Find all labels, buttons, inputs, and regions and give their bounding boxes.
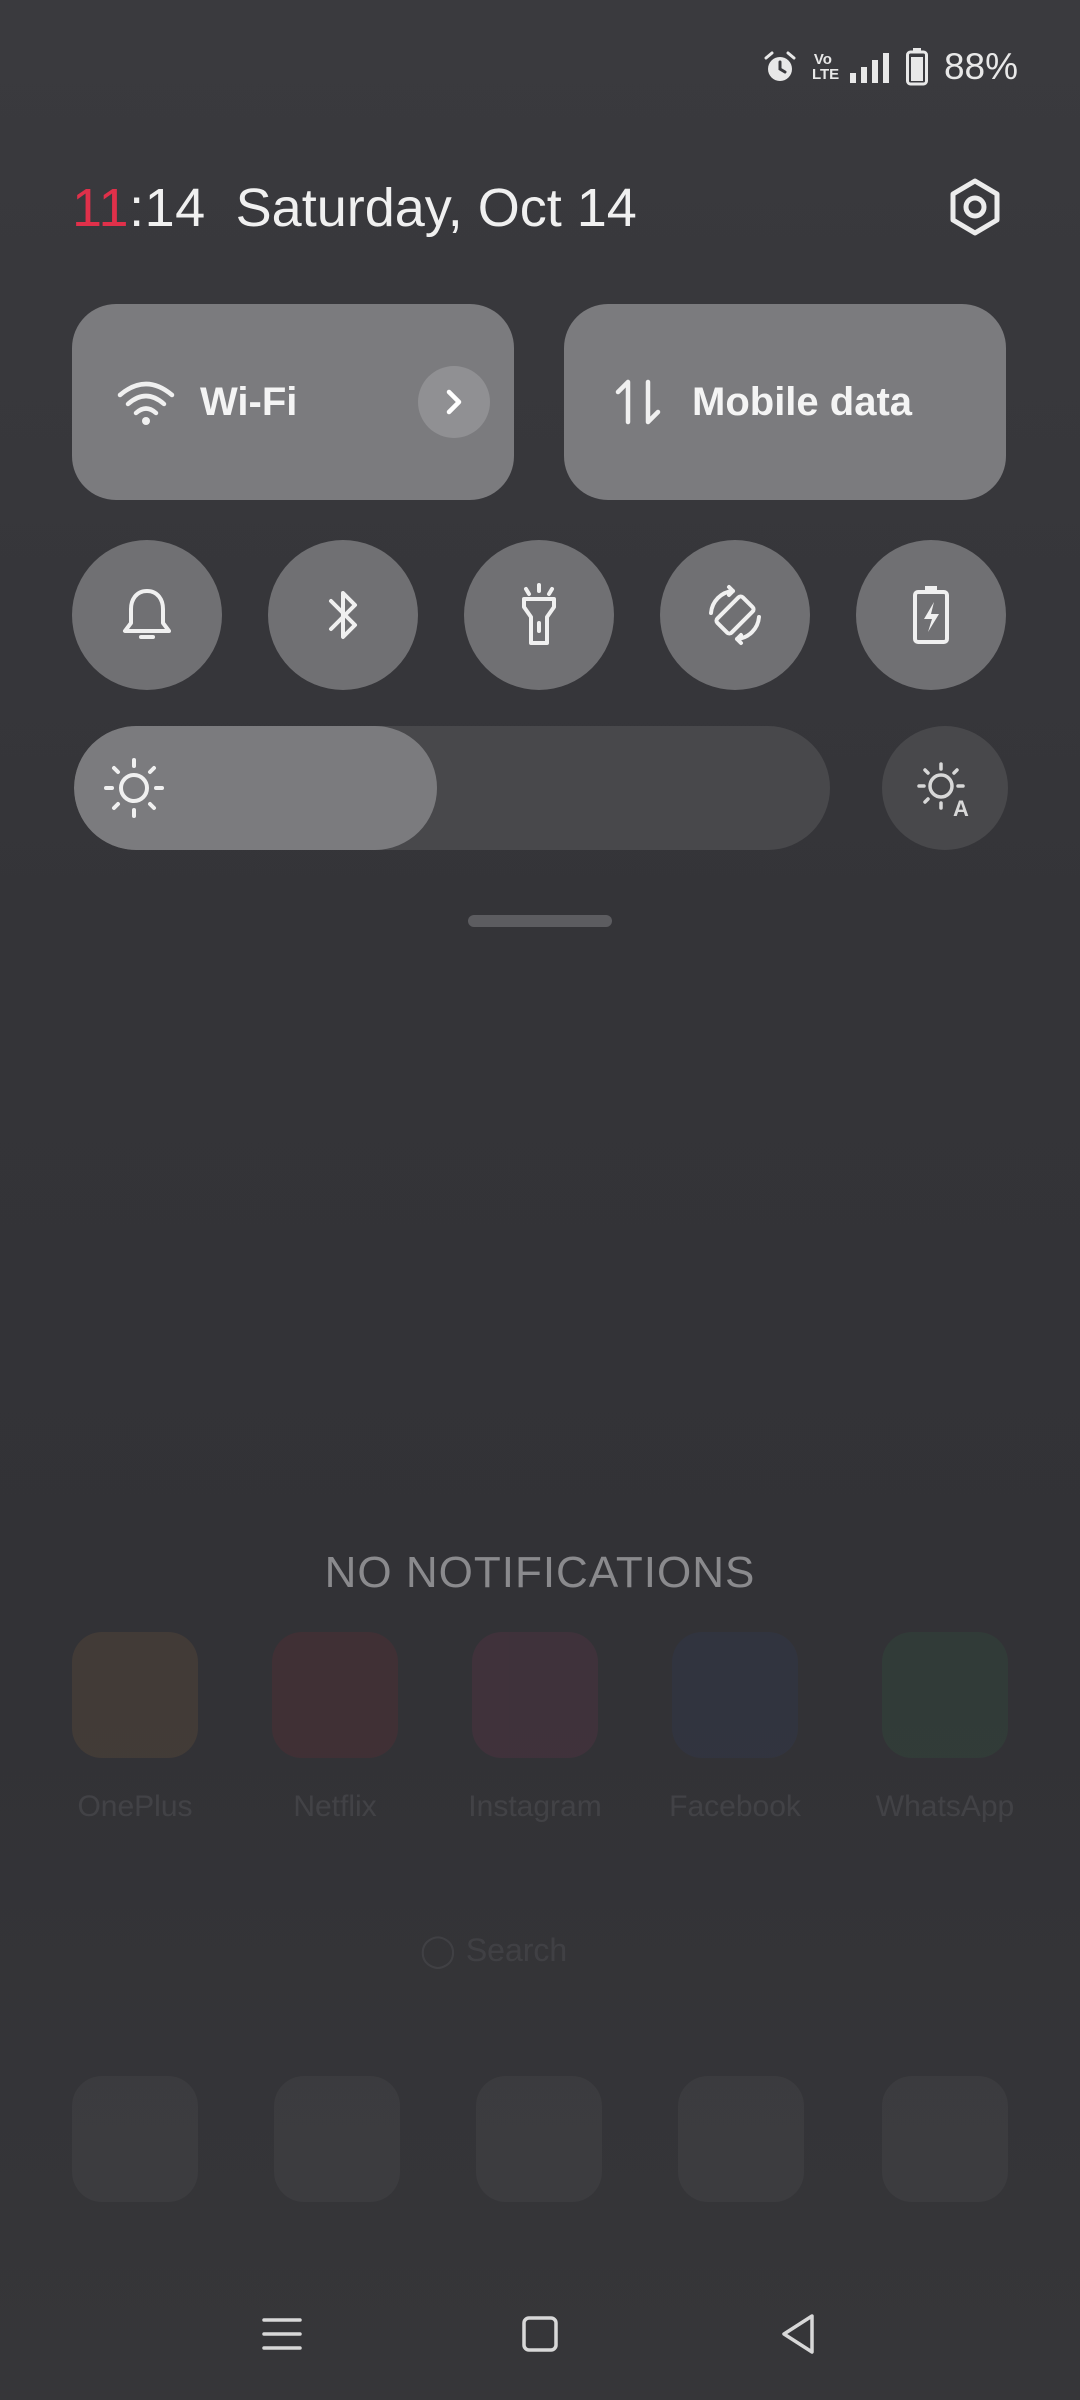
battery-icon	[905, 48, 928, 86]
background-app: WhatsApp	[876, 1632, 1014, 1824]
dock-icon	[882, 2076, 1008, 2202]
auto-brightness-icon: A	[917, 762, 969, 820]
dock-icon	[72, 2076, 198, 2202]
dock-icon	[274, 2076, 400, 2202]
mobile-data-label: Mobile data	[692, 379, 913, 424]
app-icon	[882, 1632, 1008, 1758]
app-icon	[472, 1632, 598, 1758]
data-arrows-icon	[606, 370, 670, 434]
brightness-slider[interactable]	[74, 726, 830, 850]
flashlight-toggle[interactable]	[464, 540, 614, 690]
bell-icon	[123, 589, 171, 639]
back-triangle-icon	[782, 2314, 814, 2354]
rotate-icon	[709, 585, 761, 645]
clock[interactable]: 11:14	[72, 177, 206, 239]
clock-hour: 11	[72, 178, 130, 238]
navigation-bar	[0, 2294, 1080, 2374]
background-search-bar: ◯ Search	[420, 1920, 660, 1980]
chevron-right-icon	[446, 389, 462, 415]
wifi-icon	[114, 370, 178, 434]
alarm-icon	[764, 51, 796, 81]
volte-icon: Vo LTE	[811, 51, 840, 83]
date[interactable]: Saturday, Oct 14	[236, 177, 637, 239]
no-notifications-text: NO NOTIFICATIONS	[324, 1548, 756, 1597]
app-label: Netflix	[293, 1790, 377, 1823]
svg-text:A: A	[953, 796, 969, 820]
app-label: WhatsApp	[875, 1790, 1015, 1823]
clock-minutes: :14	[129, 178, 206, 238]
background-app: Instagram	[468, 1632, 602, 1824]
sound-toggle[interactable]	[72, 540, 222, 690]
sun-icon	[104, 758, 164, 818]
dock-icon	[678, 2076, 804, 2202]
app-icon	[672, 1632, 798, 1758]
auto-rotate-toggle[interactable]	[660, 540, 810, 690]
flashlight-icon	[522, 583, 556, 645]
battery-percentage: 88%	[943, 46, 1018, 87]
gear-icon	[950, 178, 1000, 236]
background-app: Facebook	[669, 1632, 801, 1824]
background-app: OnePlus	[72, 1632, 198, 1824]
home-button[interactable]	[500, 2294, 580, 2374]
status-bar: Vo LTE 88%	[762, 44, 1018, 90]
background-dock	[72, 2076, 1008, 2202]
menu-icon	[262, 2318, 302, 2350]
back-button[interactable]	[758, 2294, 838, 2374]
battery-saver-icon	[913, 586, 949, 644]
dock-icon	[476, 2076, 602, 2202]
auto-brightness-button[interactable]: A	[882, 726, 1008, 850]
app-icon	[72, 1632, 198, 1758]
cell-signal-icon	[849, 53, 889, 83]
battery-saver-toggle[interactable]	[856, 540, 1006, 690]
search-icon: ◯	[420, 1932, 456, 1968]
mobile-data-tile[interactable]: Mobile data	[564, 304, 1006, 500]
app-label: OnePlus	[77, 1790, 193, 1823]
square-home-icon	[522, 2316, 558, 2352]
wifi-tile[interactable]: Wi-Fi	[72, 304, 514, 500]
shade-drag-handle[interactable]	[468, 915, 612, 927]
background-app: Netflix	[272, 1632, 398, 1824]
recents-button[interactable]	[242, 2294, 322, 2374]
bluetooth-icon	[329, 591, 357, 639]
app-label: Instagram	[468, 1790, 602, 1823]
shade-header: 11:14 Saturday, Oct 14	[72, 172, 1020, 244]
wifi-details-button[interactable]	[418, 366, 490, 438]
app-label: Facebook	[669, 1790, 801, 1823]
background-app-row: OnePlus Netflix Instagram Facebook Whats…	[72, 1632, 1020, 1832]
app-icon	[272, 1632, 398, 1758]
wifi-label: Wi-Fi	[200, 379, 298, 424]
search-label: Search	[465, 1931, 568, 1968]
bluetooth-toggle[interactable]	[268, 540, 418, 690]
quick-toggles	[72, 540, 1008, 690]
settings-button[interactable]	[930, 162, 1020, 252]
